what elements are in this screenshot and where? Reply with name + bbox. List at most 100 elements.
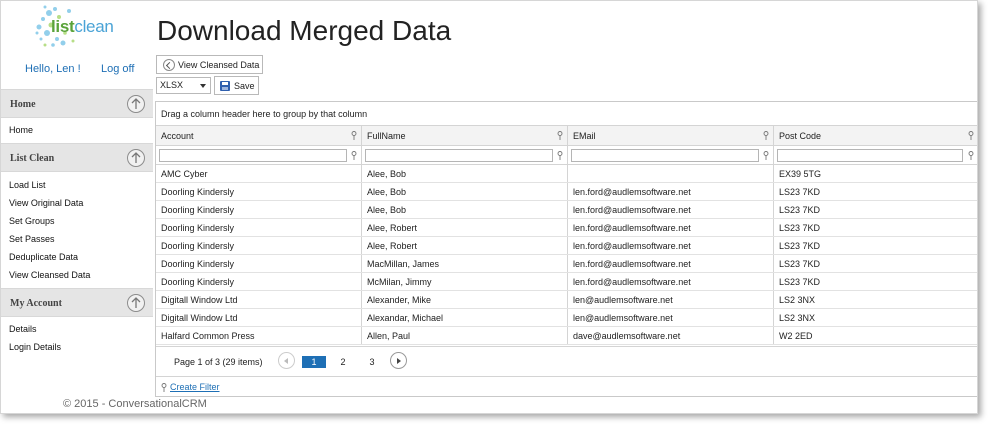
listclean-logo[interactable]: listclean (29, 3, 129, 51)
cell-text: AMC Cyber (161, 169, 208, 179)
sidebar-item-view-original-data[interactable]: View Original Data (9, 198, 83, 208)
save-button-label: Save (234, 80, 255, 91)
format-select-value: XLSX (160, 80, 184, 90)
cell-text: Alee, Robert (367, 223, 418, 233)
cell-text: Halfard Common Press (161, 331, 255, 341)
filter-pin-icon[interactable] (968, 151, 974, 160)
sidebar-item-home[interactable]: Home (9, 125, 33, 135)
next-page-icon[interactable] (390, 352, 407, 369)
logoff-link[interactable]: Log off (101, 63, 134, 75)
cell-text: len.ford@audlemsoftware.net (573, 187, 691, 197)
collapse-up-icon[interactable] (127, 149, 145, 167)
cell-email: len.ford@audlemsoftware.net (568, 273, 774, 290)
table-row[interactable]: AMC Cyber Alee, Bob EX39 5TG (156, 165, 977, 183)
filter-bar: Create Filter (156, 376, 977, 397)
cell-text: Alee, Bob (367, 187, 407, 197)
cell-post-code: W2 2ED (774, 327, 977, 344)
column-header-post-code[interactable]: Post Code (774, 126, 977, 145)
cell-post-code: LS23 7KD (774, 201, 977, 218)
group-by-panel[interactable]: Drag a column header here to group by th… (156, 102, 977, 126)
section-header-list-clean[interactable]: List Clean (1, 143, 153, 172)
cell-text: LS23 7KD (779, 259, 821, 269)
cell-text: Alee, Bob (367, 205, 407, 215)
cell-text: LS23 7KD (779, 223, 821, 233)
sidebar: listclean Hello, Len ! Log off Home Home… (1, 1, 153, 413)
sidebar-item-login-details[interactable]: Login Details (9, 342, 61, 352)
column-header-email[interactable]: EMail (568, 126, 774, 145)
table-row[interactable]: Doorling Kindersly Alee, Bob len.ford@au… (156, 201, 977, 219)
table-row[interactable]: Digitall Window Ltd Alexandar, Michael l… (156, 309, 977, 327)
cell-account: Doorling Kindersly (156, 219, 362, 236)
cell-text: Digitall Window Ltd (161, 313, 238, 323)
cell-email: len.ford@audlemsoftware.net (568, 183, 774, 200)
cell-text: dave@audlemsoftware.net (573, 331, 681, 341)
sidebar-item-load-list[interactable]: Load List (9, 180, 46, 190)
grid-filter-row (156, 146, 977, 165)
filter-pin-icon[interactable] (763, 151, 769, 160)
view-cleansed-data-button[interactable]: View Cleansed Data (156, 55, 263, 74)
logo-text-list: list (51, 17, 75, 36)
cell-email: len@audlemsoftware.net (568, 309, 774, 326)
sidebar-item-set-passes[interactable]: Set Passes (9, 234, 55, 244)
page-button-2[interactable]: 2 (331, 356, 355, 368)
cell-fullname: Alexander, Mike (362, 291, 568, 308)
create-filter-link[interactable]: Create Filter (170, 382, 220, 392)
filter-pin-icon[interactable] (968, 131, 974, 140)
sidebar-item-view-cleansed-data[interactable]: View Cleansed Data (9, 270, 90, 280)
filter-input-post-code[interactable] (777, 149, 963, 162)
filter-pin-icon[interactable] (557, 131, 563, 140)
previous-page-icon[interactable] (278, 352, 295, 369)
table-row[interactable]: Doorling Kindersly Alee, Robert len.ford… (156, 237, 977, 255)
filter-input-email[interactable] (571, 149, 759, 162)
cell-text: Doorling Kindersly (161, 223, 235, 233)
filter-pin-icon[interactable] (351, 151, 357, 160)
cell-email: len.ford@audlemsoftware.net (568, 237, 774, 254)
logo-text-clean: clean (74, 17, 114, 36)
table-row[interactable]: Doorling Kindersly Alee, Robert len.ford… (156, 219, 977, 237)
column-header-label: EMail (573, 131, 596, 141)
save-button[interactable]: Save (214, 76, 259, 95)
page-button-1[interactable]: 1 (302, 356, 326, 368)
filter-input-fullname[interactable] (365, 149, 553, 162)
group-by-hint: Drag a column header here to group by th… (161, 109, 368, 119)
section-header-my-account[interactable]: My Account (1, 288, 153, 317)
cell-account: Digitall Window Ltd (156, 309, 362, 326)
cell-text: EX39 5TG (779, 169, 822, 179)
column-header-label: FullName (367, 131, 406, 141)
filter-input-account[interactable] (159, 149, 347, 162)
column-header-account[interactable]: Account (156, 126, 362, 145)
cell-fullname: Alexandar, Michael (362, 309, 568, 326)
table-row[interactable]: Doorling Kindersly MacMillan, James len.… (156, 255, 977, 273)
table-row[interactable]: Digitall Window Ltd Alexander, Mike len@… (156, 291, 977, 309)
table-row[interactable]: Doorling Kindersly McMilan, Jimmy len.fo… (156, 273, 977, 291)
cell-text: len.ford@audlemsoftware.net (573, 223, 691, 233)
filter-pin-icon[interactable] (763, 131, 769, 140)
table-row[interactable]: Doorling Kindersly Alee, Bob len.ford@au… (156, 183, 977, 201)
cell-post-code: LS23 7KD (774, 255, 977, 272)
table-row[interactable]: Halfard Common Press Allen, Paul dave@au… (156, 327, 977, 345)
filter-pin-icon[interactable] (351, 131, 357, 140)
collapse-up-icon[interactable] (127, 294, 145, 312)
column-header-fullname[interactable]: FullName (362, 126, 568, 145)
collapse-up-icon[interactable] (127, 95, 145, 113)
sidebar-item-deduplicate-data[interactable]: Deduplicate Data (9, 252, 78, 262)
format-select[interactable]: XLSX (156, 77, 211, 94)
cell-fullname: Alee, Bob (362, 201, 568, 218)
sidebar-item-details[interactable]: Details (9, 324, 37, 334)
grid-header-row: Account FullName EMail Post Code (156, 126, 977, 146)
user-greeting-link[interactable]: Hello, Len ! (25, 63, 81, 75)
cell-text: Allen, Paul (367, 331, 411, 341)
filter-pin-icon[interactable] (557, 151, 563, 160)
page-button-3[interactable]: 3 (360, 356, 384, 368)
cell-text: Doorling Kindersly (161, 259, 235, 269)
cell-account: AMC Cyber (156, 165, 362, 182)
filter-pin-icon (161, 383, 167, 392)
cell-account: Halfard Common Press (156, 327, 362, 344)
section-header-home[interactable]: Home (1, 89, 153, 118)
cell-account: Doorling Kindersly (156, 237, 362, 254)
cell-post-code: LS23 7KD (774, 183, 977, 200)
cell-email: len.ford@audlemsoftware.net (568, 219, 774, 236)
cell-text: Alexandar, Michael (367, 313, 444, 323)
sidebar-item-set-groups[interactable]: Set Groups (9, 216, 55, 226)
pager-info: Page 1 of 3 (29 items) (174, 357, 263, 367)
